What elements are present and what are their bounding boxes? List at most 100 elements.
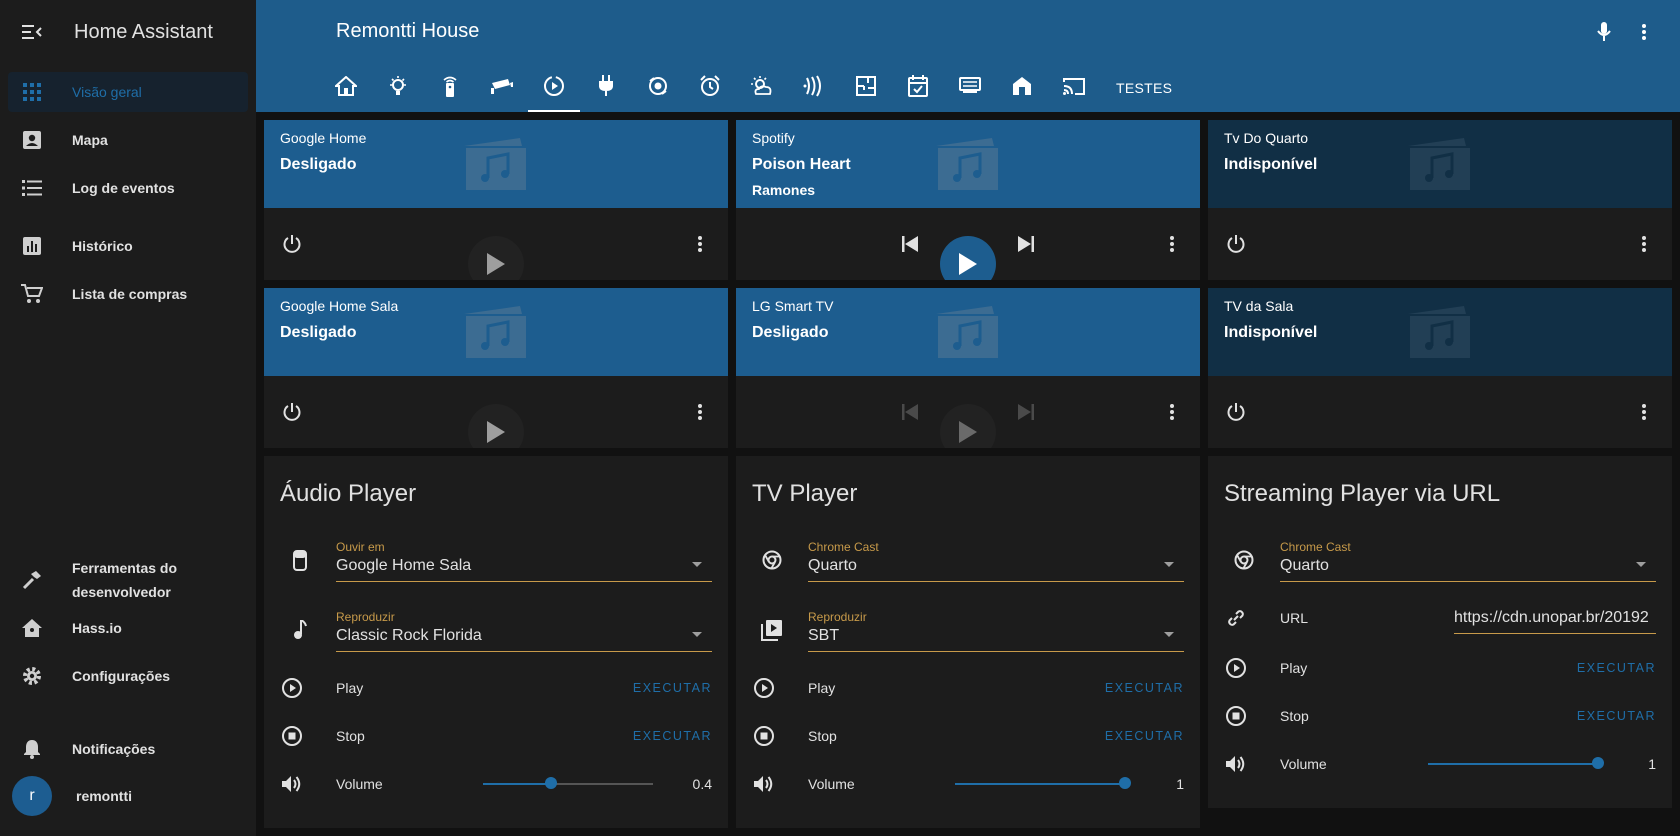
cctv-icon — [490, 77, 514, 100]
more-vertical-icon[interactable] — [688, 232, 712, 256]
chrome-cast-select[interactable]: Chrome Cast Quarto — [808, 538, 1184, 582]
play-button[interactable] — [940, 404, 996, 448]
movie-music-icon — [464, 306, 526, 358]
cart-icon — [20, 282, 44, 306]
play-button[interactable] — [468, 404, 524, 448]
tab-testes[interactable]: TESTES — [1100, 64, 1188, 112]
sidebar-item-settings[interactable]: Configurações — [8, 656, 248, 696]
streaming-player-card: Streaming Player via URL Chrome Cast Qua… — [1208, 456, 1672, 808]
more-vertical-icon[interactable] — [1632, 400, 1656, 424]
chevron-down-icon — [692, 562, 702, 567]
list-icon — [20, 176, 44, 200]
play-button[interactable] — [468, 236, 524, 280]
chevron-down-icon — [1164, 632, 1174, 637]
play-execute-button[interactable]: EXECUTAR — [1577, 661, 1656, 675]
media-name: Tv Do Quarto — [1224, 130, 1309, 146]
tab-alarm[interactable] — [684, 64, 736, 112]
sidebar-item-label: Ferramentas do desenvolvedor — [72, 560, 178, 600]
tab-server[interactable] — [944, 64, 996, 112]
lightbulb-icon — [387, 75, 409, 102]
sidebar-item-logbook[interactable]: Log de eventos — [8, 168, 248, 208]
tab-calendar[interactable] — [892, 64, 944, 112]
power-button[interactable] — [1224, 232, 1248, 256]
sidebar-header: Home Assistant — [0, 0, 256, 64]
audio-player-card: Áudio Player Ouvir em Google Home Sala R… — [264, 456, 728, 828]
slider-knob[interactable] — [545, 777, 557, 789]
page-title: Remontti House — [336, 20, 480, 42]
stop-execute-button[interactable]: EXECUTAR — [1577, 709, 1656, 723]
play-button[interactable] — [940, 236, 996, 280]
power-button[interactable] — [280, 400, 304, 424]
volume-slider[interactable] — [1428, 757, 1604, 769]
sidebar-item-developer-tools[interactable]: Ferramentas do desenvolvedor — [8, 554, 248, 606]
media-state: Desligado — [280, 156, 357, 173]
sidebar-item-map[interactable]: Mapa — [8, 120, 248, 160]
skip-previous-button[interactable] — [898, 232, 922, 256]
tab-media[interactable] — [528, 64, 580, 112]
menu-collapse-icon[interactable] — [20, 20, 44, 44]
home-modern-icon — [1012, 76, 1032, 101]
sidebar-item-hassio[interactable]: Hass.io — [8, 608, 248, 648]
url-input[interactable]: https://cdn.unopar.br/20192 — [1454, 604, 1656, 634]
skip-previous-button[interactable] — [898, 400, 922, 424]
slider-knob[interactable] — [1119, 777, 1131, 789]
slider-fill — [955, 783, 1125, 785]
media-state: Indisponível — [1224, 324, 1318, 341]
tab-home[interactable] — [320, 64, 372, 112]
sidebar-item-history[interactable]: Histórico — [8, 226, 248, 266]
volume-value: 0.4 — [692, 776, 712, 792]
microphone-icon[interactable] — [1592, 20, 1616, 44]
tab-remote[interactable] — [424, 64, 476, 112]
play-execute-button[interactable]: EXECUTAR — [1105, 681, 1184, 695]
sidebar-item-notifications[interactable]: Notificações — [8, 729, 248, 769]
link-icon — [1224, 606, 1248, 630]
tab-sync[interactable] — [632, 64, 684, 112]
more-vertical-icon[interactable] — [688, 400, 712, 424]
tab-nfc[interactable] — [788, 64, 840, 112]
chrome-cast-select[interactable]: Chrome Cast Quarto — [1280, 538, 1656, 582]
tab-power[interactable] — [580, 64, 632, 112]
more-vertical-icon[interactable] — [1160, 400, 1184, 424]
media-state: Desligado — [752, 324, 829, 341]
stop-execute-button[interactable]: EXECUTAR — [1105, 729, 1184, 743]
tv-player-card: TV Player Chrome Cast Quarto Reproduzir … — [736, 456, 1200, 828]
stop-circle-icon — [1224, 704, 1248, 728]
sidebar-item-overview[interactable]: Visão geral — [8, 72, 248, 112]
remote-icon — [441, 75, 459, 102]
hammer-icon — [20, 568, 44, 592]
tab-cast[interactable] — [1048, 64, 1100, 112]
skip-next-button[interactable] — [1014, 400, 1038, 424]
volume-row: Volume 0.4 — [280, 764, 712, 804]
volume-slider[interactable] — [483, 777, 653, 789]
media-name: Google Home Sala — [280, 298, 399, 314]
speaker-icon — [288, 548, 312, 572]
volume-slider[interactable] — [955, 777, 1131, 789]
more-vertical-icon[interactable] — [1632, 20, 1656, 44]
play-execute-button[interactable]: EXECUTAR — [633, 681, 712, 695]
tab-home-outline[interactable] — [996, 64, 1048, 112]
reproduzir-select[interactable]: Reproduzir Classic Rock Florida — [336, 608, 712, 652]
skip-next-button[interactable] — [1014, 232, 1038, 256]
tab-weather[interactable] — [736, 64, 788, 112]
more-vertical-icon[interactable] — [1160, 232, 1184, 256]
ouvir-em-select[interactable]: Ouvir em Google Home Sala — [336, 538, 712, 582]
reproduzir-select[interactable]: Reproduzir SBT — [808, 608, 1184, 652]
power-button[interactable] — [280, 232, 304, 256]
tab-floorplan[interactable] — [840, 64, 892, 112]
slider-knob[interactable] — [1592, 757, 1604, 769]
sidebar-item-profile[interactable]: r remontti — [8, 774, 248, 818]
sync-icon — [647, 75, 669, 102]
volume-row: Volume 1 — [1224, 744, 1656, 784]
power-button[interactable] — [1224, 400, 1248, 424]
stop-row: Stop EXECUTAR — [280, 716, 712, 756]
tab-cameras[interactable] — [476, 64, 528, 112]
stop-execute-button[interactable]: EXECUTAR — [633, 729, 712, 743]
sidebar-item-shopping-list[interactable]: Lista de compras — [8, 274, 248, 314]
tab-lights[interactable] — [372, 64, 424, 112]
play-circle-icon — [280, 676, 304, 700]
play-row: Play EXECUTAR — [1224, 648, 1656, 688]
row-label: Volume — [336, 776, 383, 792]
volume-value: 1 — [1176, 776, 1184, 792]
card-title: TV Player — [752, 480, 858, 507]
more-vertical-icon[interactable] — [1632, 232, 1656, 256]
